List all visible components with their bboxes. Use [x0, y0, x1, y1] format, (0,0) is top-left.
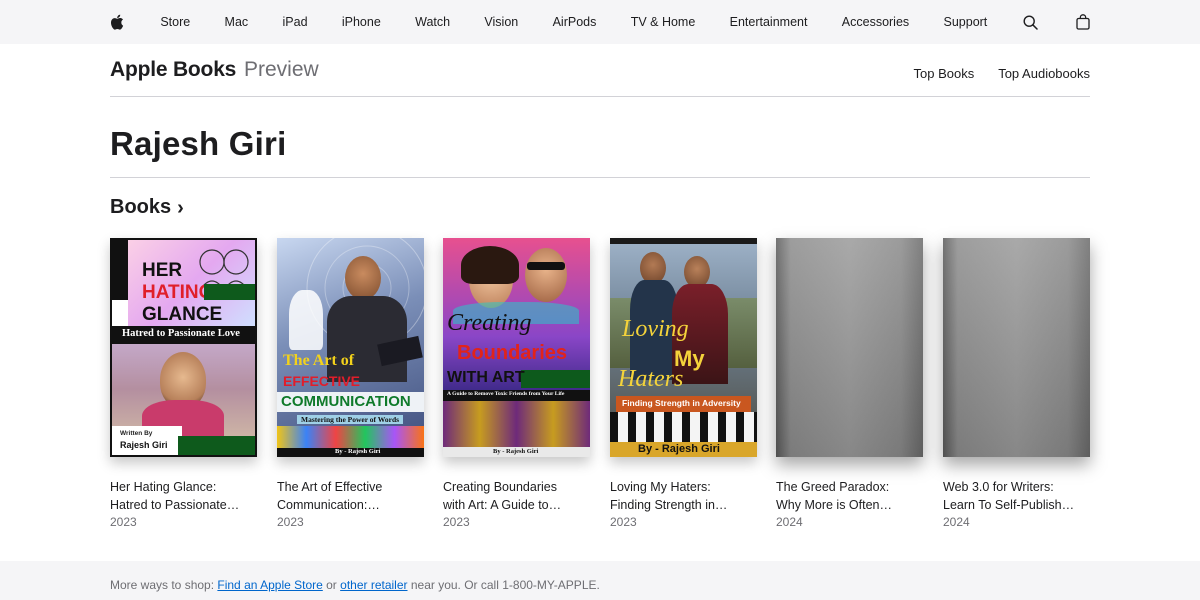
book-title-line-2: Hatred to Passionate…	[110, 498, 240, 512]
book-card[interactable]: Creating Boundaries WITH ART A Guide to …	[443, 238, 590, 531]
book-title-line-1: Creating Boundaries	[443, 480, 557, 494]
nav-accessories[interactable]: Accessories	[842, 15, 909, 29]
nav-store[interactable]: Store	[160, 15, 190, 29]
book-title: Web 3.0 for Writers: Learn To Self-Publi…	[943, 478, 1090, 514]
book-cover: Loving My Haters Finding Strength in Adv…	[610, 238, 757, 457]
book-title: Her Hating Glance: Hatred to Passionate…	[110, 478, 257, 514]
book-title-line-2: Communication:…	[277, 498, 380, 512]
book-year: 2024	[776, 515, 803, 529]
cover-line: COMMUNICATION	[281, 393, 411, 410]
top-books-link[interactable]: Top Books	[914, 66, 975, 81]
footer-prefix: More ways to shop:	[110, 578, 218, 592]
nav-watch[interactable]: Watch	[415, 15, 450, 29]
top-audiobooks-link[interactable]: Top Audiobooks	[998, 66, 1090, 81]
apple-books-brand[interactable]: Apple Books Preview	[110, 58, 319, 82]
artist-name: Rajesh Giri	[110, 125, 287, 162]
books-shelf: HER HATING GLANCE Hatred to Passionate L…	[110, 238, 1090, 538]
cover-line: WITH ART	[447, 369, 525, 386]
book-title: Creating Boundaries with Art: A Guide to…	[443, 478, 590, 514]
nav-airpods[interactable]: AirPods	[553, 15, 597, 29]
nav-mac[interactable]: Mac	[225, 15, 249, 29]
book-cover: HER HATING GLANCE Hatred to Passionate L…	[110, 238, 257, 457]
book-year: 2023	[443, 515, 470, 529]
book-cover: The Art of EFFECTIVE COMMUNICATION Maste…	[277, 238, 424, 457]
book-title-line-1: Her Hating Glance:	[110, 480, 217, 494]
global-nav-inner: Store Mac iPad iPhone Watch Vision AirPo…	[108, 0, 1092, 44]
book-card[interactable]: The Art of EFFECTIVE COMMUNICATION Maste…	[277, 238, 424, 531]
book-title: The Art of Effective Communication:…	[277, 478, 424, 514]
cover-line: GLANCE	[142, 304, 223, 325]
book-card[interactable]: Loving My Haters Finding Strength in Adv…	[610, 238, 757, 531]
local-nav-links: Top Books Top Audiobooks	[914, 66, 1091, 81]
global-nav: Store Mac iPad iPhone Watch Vision AirPo…	[0, 0, 1200, 44]
footer-shop-text: More ways to shop: Find an Apple Store o…	[110, 578, 600, 592]
book-cover-placeholder	[776, 238, 923, 457]
book-card[interactable]: The Greed Paradox: Why More is Often… 20…	[776, 238, 923, 531]
cover-line: Loving	[622, 316, 689, 342]
brand-apple-books: Apple Books	[110, 58, 237, 81]
book-title-line-2: Why More is Often…	[776, 498, 892, 512]
book-title-line-1: The Art of Effective	[277, 480, 383, 494]
book-card[interactable]: Web 3.0 for Writers: Learn To Self-Publi…	[943, 238, 1090, 531]
book-year: 2024	[943, 515, 970, 529]
cover-subtitle: A Guide to Remove Toxic Friends from You…	[447, 391, 565, 397]
book-title: Loving My Haters: Finding Strength in…	[610, 478, 757, 514]
cover-subtitle: Mastering the Power of Words	[297, 415, 404, 424]
chevron-right-icon: ›	[177, 196, 184, 219]
book-year: 2023	[110, 515, 137, 529]
book-cover-placeholder	[943, 238, 1090, 457]
bag-icon[interactable]	[1074, 13, 1092, 31]
book-title-line-2: with Art: A Guide to…	[443, 498, 562, 512]
search-icon[interactable]	[1022, 13, 1040, 31]
footer-suffix: near you. Or call 1-800-MY-APPLE.	[407, 578, 600, 592]
cover-line: HER	[142, 260, 183, 281]
book-title-line-1: Loving My Haters:	[610, 480, 711, 494]
artist-header: Rajesh Giri	[110, 97, 1090, 178]
nav-entertainment[interactable]: Entertainment	[730, 15, 808, 29]
cover-line: Haters	[618, 366, 684, 392]
book-title-line-1: The Greed Paradox:	[776, 480, 890, 494]
footer: More ways to shop: Find an Apple Store o…	[0, 561, 1200, 600]
book-title: The Greed Paradox: Why More is Often…	[776, 478, 923, 514]
books-section-title: Books	[110, 196, 172, 218]
nav-tv-home[interactable]: TV & Home	[631, 15, 696, 29]
book-title-line-2: Finding Strength in…	[610, 498, 728, 512]
book-title-line-1: Web 3.0 for Writers:	[943, 480, 1054, 494]
cover-line: Boundaries	[457, 342, 568, 364]
nav-iphone[interactable]: iPhone	[342, 15, 381, 29]
cover-author: Rajesh Giri	[120, 440, 168, 450]
nav-support[interactable]: Support	[944, 15, 988, 29]
cover-subtitle: Hatred to Passionate Love	[122, 328, 240, 339]
nav-vision[interactable]: Vision	[484, 15, 518, 29]
book-year: 2023	[277, 515, 304, 529]
cover-line: The Art of	[283, 352, 355, 369]
cover-written-by: Written By	[120, 430, 153, 437]
find-apple-store-link[interactable]: Find an Apple Store	[217, 578, 322, 592]
books-section-link[interactable]: Books ›	[110, 196, 184, 219]
apple-logo-icon[interactable]	[108, 13, 126, 31]
cover-line: EFFECTIVE	[283, 373, 361, 389]
local-nav: Apple Books Preview Top Books Top Audiob…	[110, 44, 1090, 97]
cover-subtitle: Finding Strength in Adversity	[622, 398, 741, 408]
brand-preview: Preview	[244, 58, 319, 81]
cover-author: By - Rajesh Giri	[493, 448, 539, 455]
cover-line: HATING	[142, 282, 214, 303]
book-cover: Creating Boundaries WITH ART A Guide to …	[443, 238, 590, 457]
book-card[interactable]: HER HATING GLANCE Hatred to Passionate L…	[110, 238, 257, 531]
footer-middle: or	[322, 578, 341, 592]
cover-author: By - Rajesh Giri	[638, 443, 720, 455]
cover-author: By - Rajesh Giri	[335, 448, 381, 455]
book-year: 2023	[610, 515, 637, 529]
cover-line: Creating	[447, 310, 532, 336]
book-title-line-2: Learn To Self-Publish…	[943, 498, 1075, 512]
other-retailer-link[interactable]: other retailer	[340, 578, 407, 592]
nav-ipad[interactable]: iPad	[283, 15, 308, 29]
